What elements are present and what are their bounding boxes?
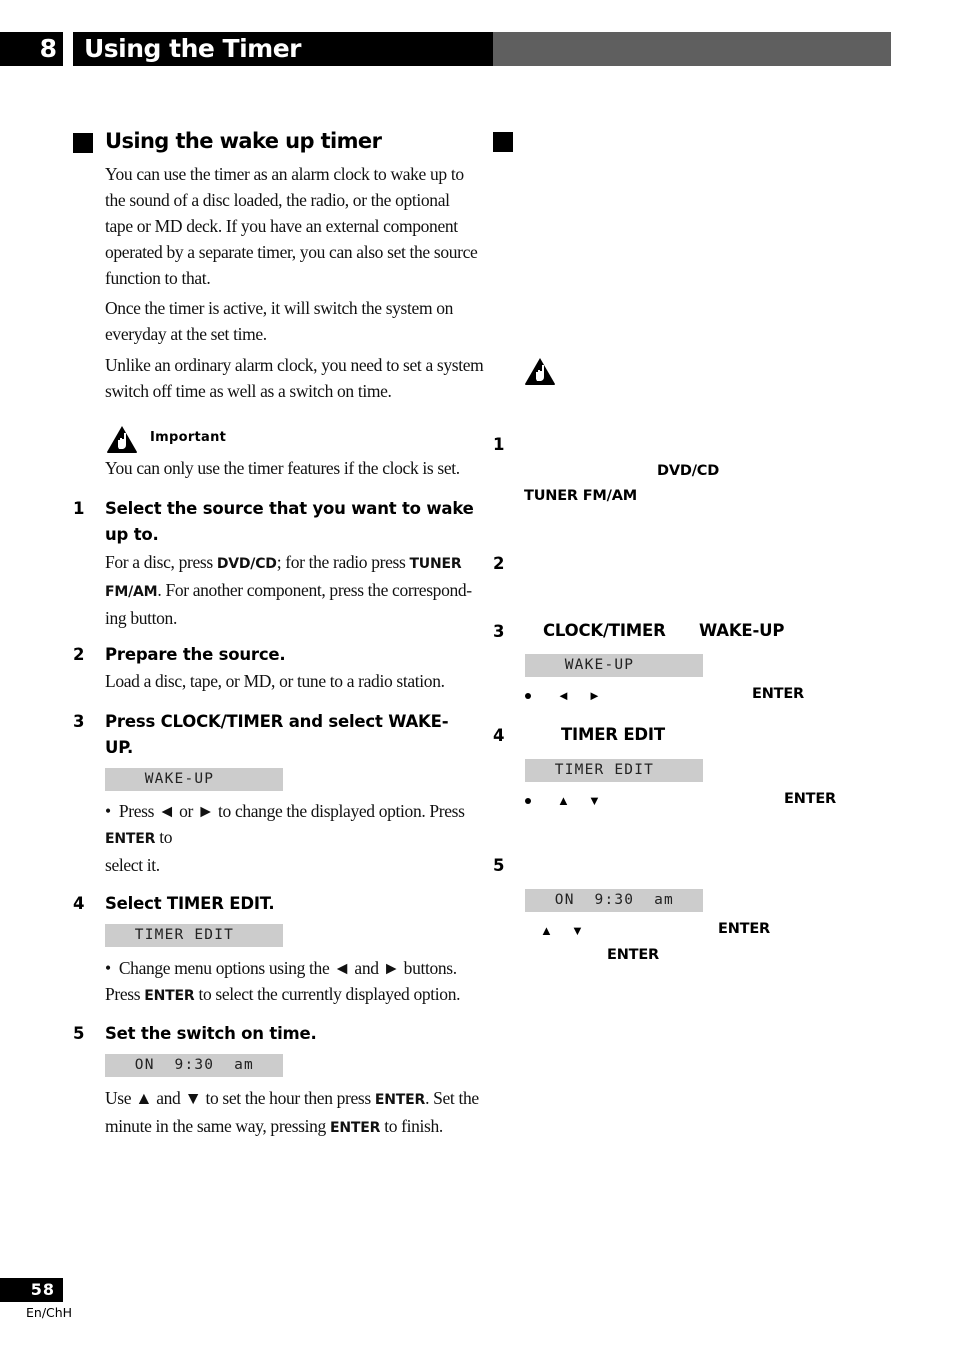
key-label: DVD/CD — [216, 556, 277, 572]
step-body: • Change menu options using the ◄ and ► … — [105, 958, 461, 1004]
right-arrow-icon: ► — [382, 958, 400, 978]
step-title: Set the switch on time. — [105, 1024, 317, 1043]
left-arrow-icon: ◄ — [333, 958, 351, 978]
lcd-display: ON 9:30 am — [105, 1054, 283, 1077]
step-number: 4 — [493, 726, 505, 745]
step-number: 5 — [73, 1024, 85, 1043]
step-number: 5 — [493, 856, 505, 875]
step-body: For a disc, press DVD/CD; for the radio … — [105, 552, 472, 628]
chapter-number: 8 — [0, 32, 63, 66]
key-label: FM/AM — [105, 584, 158, 600]
step-number: 3 — [73, 712, 85, 731]
key-label: ENTER — [718, 921, 771, 937]
step-title: Select the source that you want to wake … — [105, 499, 474, 544]
left-arrow-icon: ◄ — [557, 688, 570, 703]
section-heading: Using the wake up timer — [105, 129, 382, 153]
important-text: You can only use the timer features if t… — [105, 458, 460, 478]
key-label: ENTER — [144, 988, 195, 1004]
intro-paragraph-3: Unlike an ordinary alarm clock, you need… — [105, 355, 484, 401]
step-number: 3 — [493, 622, 505, 641]
up-arrow-icon: ▲ — [540, 923, 553, 938]
step-body: Load a disc, tape, or MD, or tune to a r… — [105, 671, 445, 691]
lcd-display: ON 9:30 am — [525, 889, 703, 912]
bullet — [525, 798, 531, 804]
key-label: ENTER — [752, 686, 805, 702]
key-label: CLOCK/TIMER — [543, 621, 666, 640]
step-number: 2 — [493, 554, 505, 573]
chapter-title: Using the Timer — [73, 32, 493, 66]
key-label: ENTER — [105, 831, 156, 847]
down-arrow-icon: ▼ — [571, 923, 584, 938]
down-arrow-icon: ▼ — [588, 793, 601, 808]
section-marker-icon — [493, 132, 513, 152]
step-number: 1 — [493, 435, 505, 454]
key-label: DVD/CD — [657, 463, 720, 479]
step-number: 4 — [73, 894, 85, 913]
key-label: ENTER — [329, 1120, 381, 1136]
key-label: TIMER EDIT — [561, 725, 665, 744]
lcd-display: WAKE-UP — [105, 768, 283, 791]
lcd-display: TIMER EDIT — [105, 924, 283, 947]
left-arrow-icon: ◄ — [158, 801, 176, 821]
bullet — [525, 693, 531, 699]
key-label: WAKE-UP — [699, 621, 785, 640]
lcd-display: TIMER EDIT — [525, 759, 703, 782]
up-arrow-icon: ▲ — [557, 793, 570, 808]
step-number: 1 — [73, 499, 85, 518]
header-bar-decoration — [493, 32, 891, 66]
lcd-display: WAKE-UP — [525, 654, 703, 677]
step-body: • Press ◄ or ► to change the displayed o… — [105, 801, 465, 875]
key-label: TUNER — [409, 556, 462, 572]
down-arrow-icon: ▼ — [184, 1088, 202, 1108]
page-number: 58 — [0, 1278, 63, 1302]
section-marker-icon — [73, 133, 93, 153]
right-arrow-icon: ► — [588, 688, 601, 703]
intro-paragraph-1: You can use the timer as an alarm clock … — [105, 164, 478, 288]
warning-hand-icon — [107, 426, 137, 453]
right-arrow-icon: ► — [197, 801, 214, 821]
step-title: Prepare the source. — [105, 645, 286, 664]
step-body: Use ▲ and ▼ to set the hour then press E… — [105, 1088, 479, 1136]
key-label: ENTER — [784, 791, 837, 807]
key-label: ENTER — [607, 947, 660, 963]
step-title: Select TIMER EDIT. — [105, 894, 275, 913]
up-arrow-icon: ▲ — [135, 1088, 153, 1108]
important-label: Important — [150, 430, 227, 445]
step-number: 2 — [73, 645, 85, 664]
language-code: En/ChH — [26, 1305, 73, 1320]
step-title: Press CLOCK/TIMER and select WAKE- UP. — [105, 712, 449, 757]
intro-paragraph-2: Once the timer is active, it will switch… — [105, 298, 454, 344]
bullet: • — [105, 958, 111, 978]
bullet: • — [105, 801, 111, 821]
key-label: TUNER FM/AM — [524, 488, 637, 504]
warning-hand-icon — [525, 358, 555, 385]
key-label: ENTER — [374, 1092, 426, 1108]
